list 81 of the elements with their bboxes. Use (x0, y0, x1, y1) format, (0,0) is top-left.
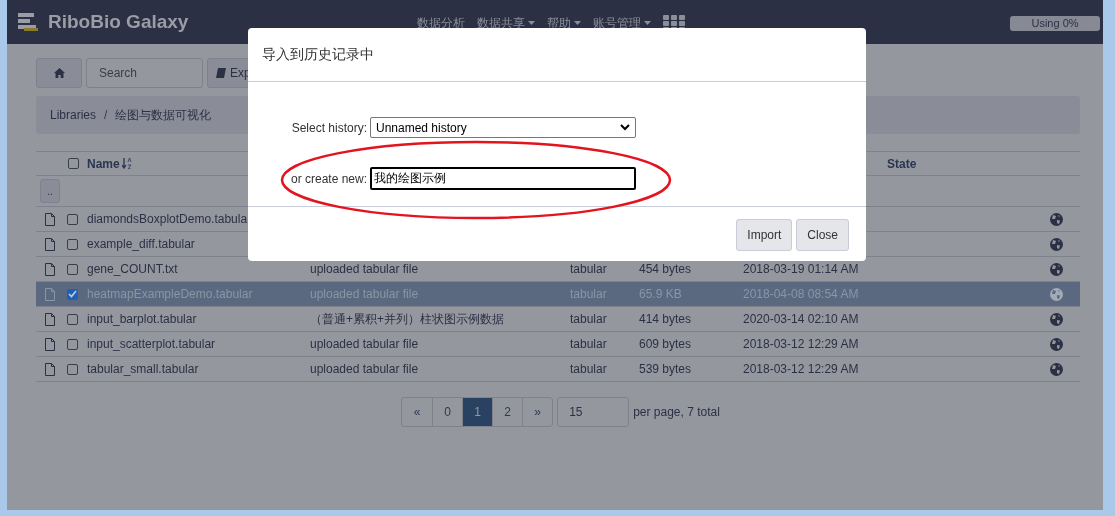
history-select[interactable]: Unnamed history (370, 117, 636, 138)
breadcrumb-item[interactable]: 绘图与数据可视化 (115, 106, 212, 124)
table-cell-text: 2018-03-12 12:29 AM (743, 336, 860, 353)
page-button[interactable]: « (402, 398, 433, 426)
page-button[interactable]: » (522, 398, 553, 426)
row-checkbox[interactable] (67, 213, 78, 225)
home-icon (53, 68, 65, 78)
field-label: or create new: (289, 170, 367, 188)
table-cell-text: 539 bytes (639, 361, 693, 378)
table-cell-text: uploaded tabular file (310, 361, 420, 378)
page-button[interactable]: 2 (492, 398, 523, 426)
table-cell-text: 2020-03-14 02:10 AM (743, 311, 860, 328)
field-label: Select history: (290, 119, 367, 137)
file-name[interactable]: gene_COUNT.txt (87, 260, 310, 278)
nav-menu-item[interactable]: 帮助 (547, 14, 581, 32)
table-cell-text: 2018-03-12 12:29 AM (743, 361, 860, 378)
chevron-down-icon (620, 124, 630, 131)
sort-icon[interactable] (121, 158, 132, 169)
row-checkbox[interactable] (67, 288, 78, 300)
file-name[interactable]: input_barplot.tabular (87, 310, 310, 328)
globe-icon (1050, 287, 1063, 301)
file-icon (45, 212, 55, 226)
row-checkbox[interactable] (67, 338, 78, 350)
caret-icon (528, 21, 535, 25)
new-history-field[interactable]: 我的绘图示例 (370, 167, 636, 190)
breadcrumb-separator: / (104, 107, 108, 124)
file-icon (45, 312, 55, 326)
table-cell-text: tabular (570, 361, 608, 378)
breadcrumb-item[interactable]: Libraries (50, 106, 97, 124)
table-cell-text: uploaded tabular file (310, 261, 420, 278)
globe-icon (1050, 237, 1063, 251)
table-cell-text: 609 bytes (639, 336, 693, 353)
brand-title[interactable]: RiboBio Galaxy (48, 7, 189, 37)
table-cell-text: 454 bytes (639, 261, 693, 278)
caret-icon (644, 21, 651, 25)
globe-icon (1050, 362, 1063, 376)
table-cell-text: tabular (570, 311, 608, 328)
caret-icon (574, 21, 581, 25)
book-icon (216, 68, 226, 78)
home-button[interactable] (36, 58, 82, 88)
page-button[interactable]: 1 (462, 398, 493, 426)
parent-folder-button[interactable]: .. (40, 179, 60, 203)
state-column-header: State (887, 155, 918, 173)
file-icon (45, 237, 55, 251)
nav-menu-item[interactable]: 数据分析 (417, 14, 465, 32)
check-icon (68, 290, 77, 298)
file-icon (45, 262, 55, 276)
nav-menu-item[interactable]: 数据共享 (477, 14, 535, 32)
row-checkbox[interactable] (67, 363, 78, 375)
dialog-button[interactable]: Import (736, 219, 793, 251)
row-checkbox[interactable] (67, 238, 78, 250)
row-checkbox[interactable] (67, 263, 78, 275)
table-cell-text: 414 bytes (639, 311, 693, 328)
dialog-button[interactable]: Close (796, 219, 849, 251)
table-row[interactable]: input_barplot.tabular （普通+累积+并列）柱状图示例数据 tabular 414 bytes 2020-03-14 02:10 AM (36, 307, 1080, 332)
logo-icon (18, 12, 40, 32)
table-cell-text: tabular (570, 261, 608, 278)
globe-icon (1050, 337, 1063, 351)
usage-meter: Using 0% (1010, 16, 1100, 31)
table-cell-text: （普通+累积+并列）柱状图示例数据 (310, 311, 505, 328)
row-checkbox[interactable] (67, 313, 78, 325)
search-field[interactable]: Search (86, 58, 203, 88)
select-all-checkbox[interactable] (68, 158, 79, 169)
per-page-field[interactable]: 15 (557, 397, 630, 427)
globe-icon (1050, 212, 1063, 226)
file-name[interactable]: input_scatterplot.tabular (87, 335, 310, 353)
file-icon (45, 337, 55, 351)
table-cell-text: tabular (570, 336, 608, 353)
table-cell-text: 2018-03-19 01:14 AM (743, 261, 860, 278)
file-icon (45, 362, 55, 376)
file-icon (45, 287, 55, 301)
globe-icon (1050, 262, 1063, 276)
nav-menu-item[interactable]: 账号管理 (593, 14, 651, 32)
table-row[interactable]: tabular_small.tabular uploaded tabular file tabular 539 bytes 2018-03-12 12:29 AM (36, 357, 1080, 382)
dialog-title: 导入到历史记录中 (262, 45, 374, 64)
name-column-header[interactable]: Name (87, 154, 132, 173)
file-name[interactable]: tabular_small.tabular (87, 360, 310, 378)
table-row[interactable]: input_scatterplot.tabular uploaded tabular file tabular 609 bytes 2018-03-12 12:29 AM (36, 332, 1080, 357)
pagination-summary: per page, 7 total (633, 404, 720, 421)
table-cell-text: uploaded tabular file (310, 336, 420, 353)
globe-icon (1050, 312, 1063, 326)
